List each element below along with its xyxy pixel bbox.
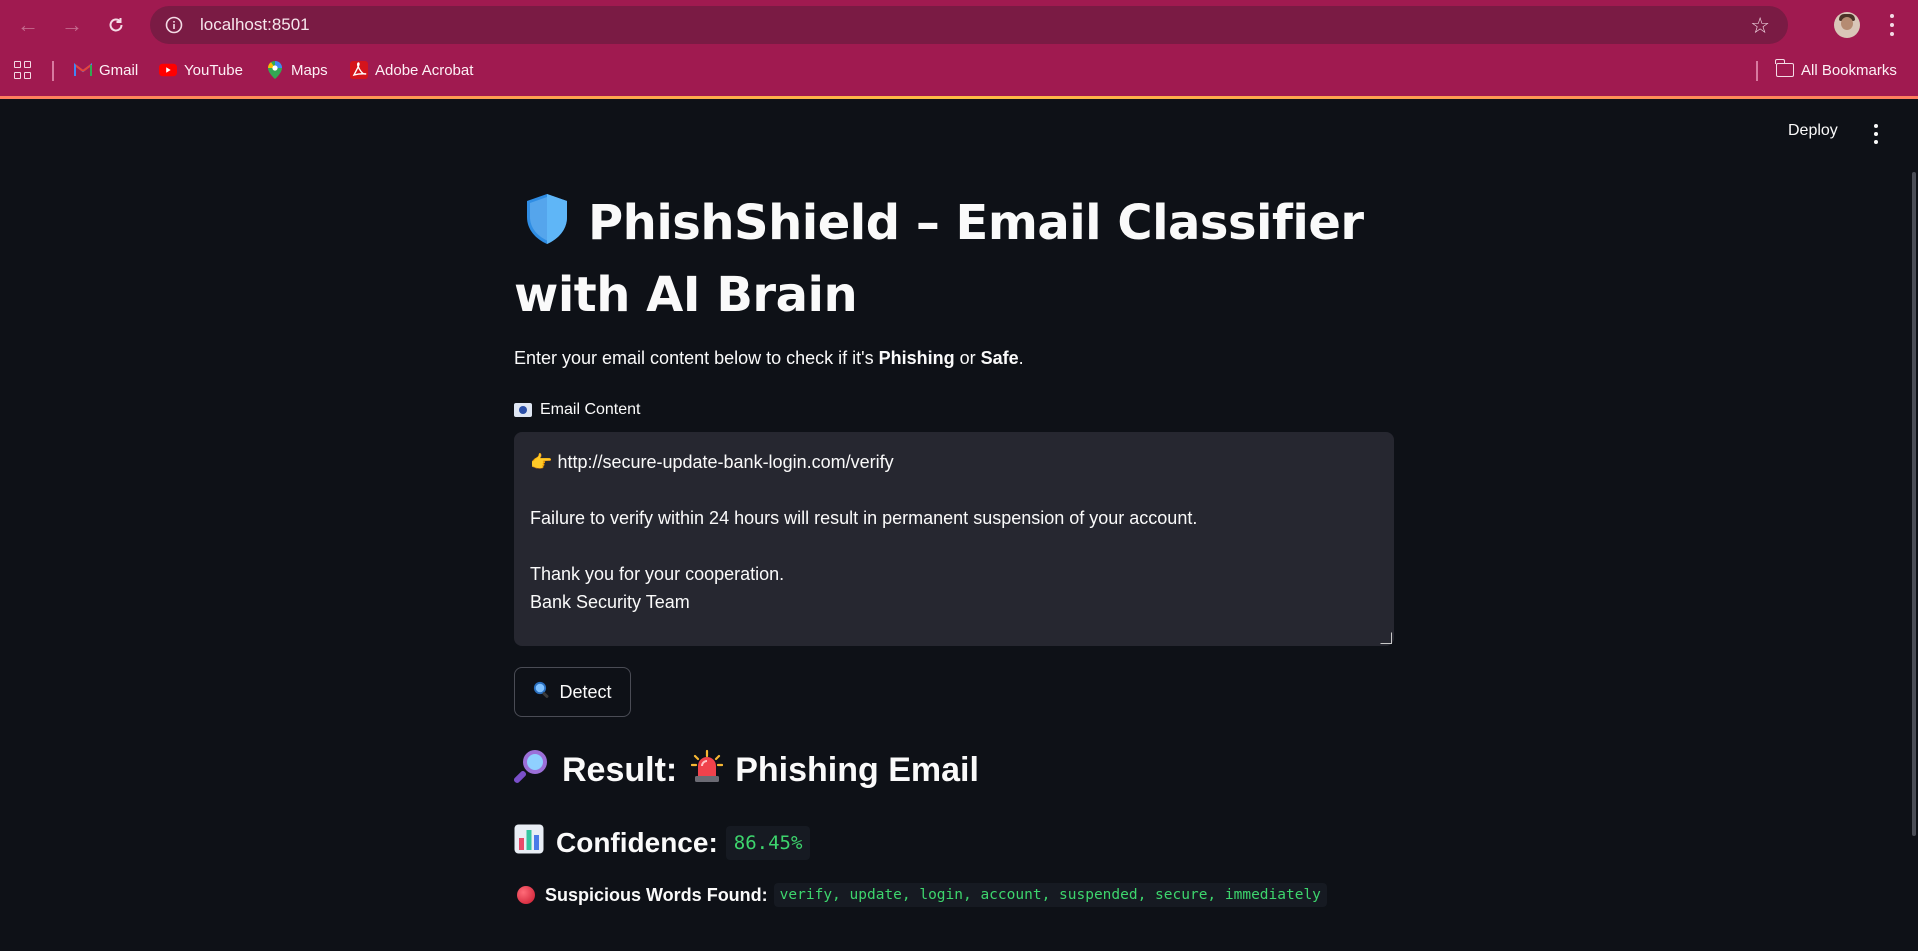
bookmarks-divider: [1756, 61, 1758, 81]
title-line-2: with AI Brain: [514, 267, 858, 323]
acrobat-icon: [350, 61, 368, 79]
intro-phishing-bold: Phishing: [878, 348, 955, 368]
bookmark-adobe-acrobat[interactable]: Adobe Acrobat: [350, 59, 473, 81]
intro-safe-bold: Safe: [980, 348, 1019, 368]
bookmark-star-icon[interactable]: ☆: [1750, 13, 1770, 39]
suspicious-label: Suspicious Words Found:: [545, 884, 768, 905]
browser-chrome: ← → localhost:8501 ☆ Gmail YouTube Maps …: [0, 0, 1918, 99]
detect-button[interactable]: Detect: [514, 667, 631, 717]
loading-accent-line: [0, 96, 1918, 99]
shield-icon: [524, 193, 570, 262]
forward-arrow-icon[interactable]: →: [54, 7, 90, 43]
bookmarks-bar: Gmail YouTube Maps Adobe Acrobat All Boo…: [0, 52, 1918, 88]
intro-text: Enter your email content below to check …: [514, 348, 1024, 368]
confidence-label: Confidence:: [556, 826, 718, 858]
id-card-icon: [514, 403, 532, 417]
suspicious-words-row: Suspicious Words Found: verify, update, …: [514, 883, 1327, 907]
input-label-text: Email Content: [540, 401, 641, 418]
url-text[interactable]: localhost:8501: [200, 15, 310, 35]
detect-button-label: Detect: [559, 681, 612, 702]
confidence-heading: Confidence: 86.45%: [514, 824, 811, 861]
folder-icon: [1775, 59, 1794, 79]
email-line: Failure to verify within 24 hours will r…: [530, 508, 1198, 528]
bookmark-gmail[interactable]: Gmail: [74, 59, 138, 81]
suspicious-words-list: verify, update, login, account, suspende…: [773, 883, 1327, 907]
bar-chart-icon: [514, 824, 544, 861]
browser-toolbar: ← → localhost:8501 ☆: [0, 0, 1918, 50]
magnifier-icon: [533, 681, 551, 704]
address-bar[interactable]: localhost:8501 ☆: [150, 6, 1788, 44]
magnifying-glass-icon: [513, 748, 550, 793]
maps-icon: [266, 61, 284, 79]
bookmarks-divider: [52, 61, 54, 81]
bookmark-maps[interactable]: Maps: [266, 59, 328, 81]
bookmark-label: Gmail: [99, 61, 139, 79]
title-line-1: PhishShield – Email Classifier: [588, 195, 1364, 251]
youtube-icon: [159, 61, 177, 79]
red-circle-icon: [517, 886, 535, 904]
email-line: 👉 http://secure-update-bank-login.com/ve…: [530, 452, 894, 472]
bookmark-youtube[interactable]: YouTube: [159, 59, 243, 81]
pointing-hand-icon: 👉: [530, 452, 553, 472]
reload-icon[interactable]: [98, 7, 134, 43]
profile-avatar[interactable]: [1834, 12, 1860, 38]
page-title: PhishShield – Email Classifier with AI B…: [514, 190, 1394, 328]
result-label: Result:: [562, 751, 678, 789]
all-bookmarks-label: All Bookmarks: [1801, 61, 1897, 79]
main-content: PhishShield – Email Classifier with AI B…: [513, 190, 1394, 907]
site-info-icon[interactable]: [162, 13, 186, 37]
page-scrollbar[interactable]: [1912, 172, 1916, 836]
siren-icon: [691, 749, 724, 792]
bookmark-label: Maps: [291, 61, 328, 79]
all-bookmarks-folder[interactable]: All Bookmarks: [1775, 59, 1897, 81]
bookmark-label: Adobe Acrobat: [375, 61, 474, 79]
email-line: [530, 532, 1378, 560]
email-content-textarea[interactable]: 👉 http://secure-update-bank-login.com/ve…: [514, 432, 1394, 646]
app-menu-icon[interactable]: [1872, 124, 1880, 144]
email-line: [530, 476, 1378, 504]
browser-menu-icon[interactable]: [1882, 12, 1902, 38]
email-line: Thank you for your cooperation.: [530, 564, 785, 584]
email-line: Bank Security Team: [530, 592, 690, 612]
deploy-button[interactable]: Deploy: [1788, 122, 1838, 140]
result-heading: Result: Phishing Email: [513, 748, 979, 793]
confidence-value: 86.45%: [725, 825, 811, 860]
resize-handle-icon[interactable]: [1380, 632, 1392, 644]
gmail-icon: [74, 61, 92, 79]
apps-grid-icon[interactable]: [14, 61, 32, 79]
result-value: Phishing Email: [735, 751, 979, 789]
back-arrow-icon[interactable]: ←: [10, 7, 46, 43]
bookmark-label: YouTube: [184, 61, 243, 79]
email-content-label: Email Content: [514, 401, 641, 419]
